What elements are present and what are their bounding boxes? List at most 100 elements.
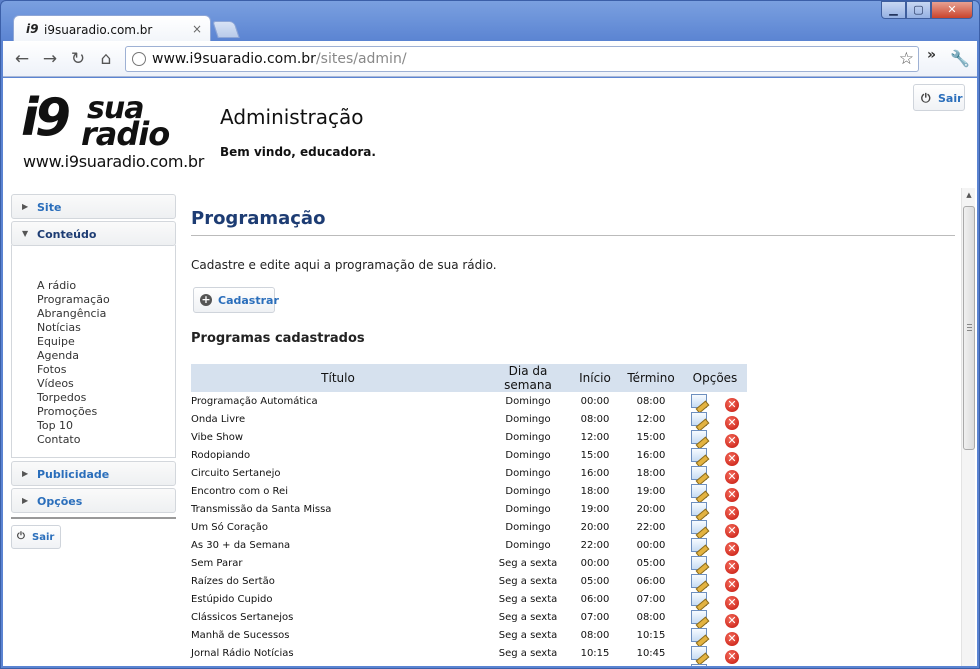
end-time-cell: 08:00 — [636, 395, 666, 407]
edit-icon[interactable] — [691, 394, 707, 408]
edit-icon[interactable] — [691, 430, 707, 444]
sidebar-link-agenda[interactable]: Agenda — [37, 349, 175, 363]
delete-icon[interactable]: ✕ — [725, 398, 739, 412]
favicon-icon: i9 — [26, 22, 39, 36]
sidebar-link-videos[interactable]: Vídeos — [37, 377, 175, 391]
address-bar[interactable]: www.i9suaradio.com.br/sites/admin/ ☆ — [125, 46, 919, 72]
column-header-inicio[interactable]: Início — [571, 364, 619, 392]
programs-table: Título Dia da semana Início Término Opçõ… — [191, 364, 747, 666]
delete-icon[interactable]: ✕ — [725, 578, 739, 592]
sidebar-link-torpedos[interactable]: Torpedos — [37, 391, 175, 405]
delete-icon[interactable]: ✕ — [725, 650, 739, 664]
program-title-cell: Raízes do Sertão — [191, 575, 275, 587]
sidebar-section-site[interactable]: ▶ Site — [11, 194, 176, 219]
sidebar-link-top10[interactable]: Top 10 — [37, 419, 175, 433]
sidebar-link-fotos[interactable]: Fotos — [37, 363, 175, 377]
minimize-button[interactable]: ▁ — [881, 1, 906, 19]
delete-icon[interactable]: ✕ — [725, 470, 739, 484]
vertical-scrollbar[interactable]: ▲ — [961, 188, 975, 666]
extensions-chevron-icon[interactable]: » — [927, 47, 936, 63]
options-cell: ✕ — [683, 572, 747, 592]
edit-icon[interactable] — [691, 538, 707, 552]
end-time-cell: 20:00 — [636, 503, 666, 515]
column-header-dia[interactable]: Dia da semana — [485, 364, 571, 392]
tab-close-icon[interactable]: × — [192, 22, 202, 36]
forward-arrow-icon[interactable]: → — [39, 49, 61, 69]
main-content: Programação Cadastre e edite aqui a prog… — [191, 194, 955, 666]
delete-icon[interactable]: ✕ — [725, 614, 739, 628]
sidebar-link-programacao[interactable]: Programação — [37, 293, 175, 307]
logout-button[interactable]: ⏻ Sair — [913, 84, 965, 111]
tab-title: i9suaradio.com.br — [44, 23, 153, 37]
site-logo[interactable]: i9 sua radio www.i9suaradio.com.br — [21, 88, 204, 175]
wrench-menu-icon[interactable]: 🔧 — [950, 49, 970, 68]
sidebar-section-publicidade[interactable]: ▶ Publicidade — [11, 461, 176, 486]
url-text[interactable]: www.i9suaradio.com.br/sites/admin/ — [152, 51, 407, 67]
end-time-cell: 11:00 — [619, 662, 683, 667]
home-icon[interactable]: ⌂ — [95, 49, 117, 69]
delete-icon[interactable]: ✕ — [725, 632, 739, 646]
start-time-cell: 00:00 — [580, 395, 610, 407]
edit-icon[interactable] — [691, 556, 707, 570]
delete-icon[interactable]: ✕ — [725, 506, 739, 520]
end-time-cell: 07:00 — [636, 593, 666, 605]
sidebar-link-equipe[interactable]: Equipe — [37, 335, 175, 349]
start-time-cell: 10:15 — [580, 647, 610, 659]
column-header-termino[interactable]: Término — [619, 364, 683, 392]
weekday-cell: Domingo — [505, 431, 551, 443]
new-tab-button[interactable] — [212, 21, 240, 38]
column-header-titulo[interactable]: Título — [191, 364, 485, 392]
edit-icon[interactable] — [691, 646, 707, 660]
scroll-up-arrow-icon[interactable]: ▲ — [962, 188, 976, 203]
delete-icon[interactable]: ✕ — [725, 416, 739, 430]
chevron-down-icon: ▼ — [22, 229, 29, 238]
program-title-cell: Jornal Rádio Notícias — [191, 647, 294, 659]
sidebar-logout-button[interactable]: ⏻ Sair — [11, 525, 61, 549]
sidebar-link-abrangencia[interactable]: Abrangência — [37, 307, 175, 321]
edit-icon[interactable] — [691, 466, 707, 480]
program-title-cell: Programação Automática — [191, 395, 318, 407]
delete-icon[interactable]: ✕ — [725, 596, 739, 610]
delete-icon[interactable]: ✕ — [725, 542, 739, 556]
sidebar-section-opcoes[interactable]: ▶ Opções — [11, 488, 176, 513]
start-time-cell: 10:45 — [571, 662, 619, 667]
edit-icon[interactable] — [691, 610, 707, 624]
edit-icon[interactable] — [691, 412, 707, 426]
edit-icon[interactable] — [691, 574, 707, 588]
edit-icon[interactable] — [691, 520, 707, 534]
delete-icon[interactable]: ✕ — [725, 434, 739, 448]
sidebar-link-promocoes[interactable]: Promoções — [37, 405, 175, 419]
maximize-button[interactable]: ▢ — [906, 1, 931, 19]
program-title-cell: Vibe Show — [191, 431, 244, 443]
chevron-right-icon: ▶ — [22, 202, 29, 211]
bookmark-star-icon[interactable]: ☆ — [899, 49, 914, 69]
close-window-button[interactable]: ✕ — [931, 1, 973, 19]
browser-tab[interactable]: i9 i9suaradio.com.br × — [13, 15, 211, 42]
edit-icon[interactable] — [691, 484, 707, 498]
edit-icon[interactable] — [691, 502, 707, 516]
sidebar-link-a-radio[interactable]: A rádio — [37, 279, 175, 293]
add-program-button[interactable]: + Cadastrar — [193, 287, 279, 313]
reload-icon[interactable]: ↻ — [67, 49, 89, 69]
delete-icon[interactable]: ✕ — [725, 524, 739, 538]
sidebar-section-conteudo[interactable]: ▼ Conteúdo — [11, 221, 176, 246]
edit-icon[interactable] — [691, 592, 707, 606]
logo-i9: i9 — [21, 88, 71, 148]
delete-icon[interactable]: ✕ — [725, 488, 739, 502]
browser-toolbar: ← → ↻ ⌂ www.i9suaradio.com.br/sites/admi… — [3, 41, 977, 77]
edit-icon[interactable] — [691, 664, 707, 666]
end-time-cell: 05:00 — [636, 557, 666, 569]
delete-icon[interactable]: ✕ — [725, 560, 739, 574]
table-row: Rodopiando Domingo 15:00 16:00 ✕ — [191, 446, 747, 466]
options-cell: ✕ — [683, 482, 747, 502]
window-controls: ▁ ▢ ✕ — [881, 1, 973, 19]
edit-icon[interactable] — [691, 448, 707, 462]
edit-icon[interactable] — [691, 628, 707, 642]
plus-icon: + — [200, 293, 212, 306]
sidebar-link-noticias[interactable]: Notícias — [37, 321, 175, 335]
delete-icon[interactable]: ✕ — [725, 452, 739, 466]
sidebar-link-contato[interactable]: Contato — [37, 433, 175, 447]
back-arrow-icon[interactable]: ← — [11, 49, 33, 69]
scrollbar-thumb[interactable] — [963, 206, 975, 450]
options-cell: ✕ — [683, 644, 747, 664]
